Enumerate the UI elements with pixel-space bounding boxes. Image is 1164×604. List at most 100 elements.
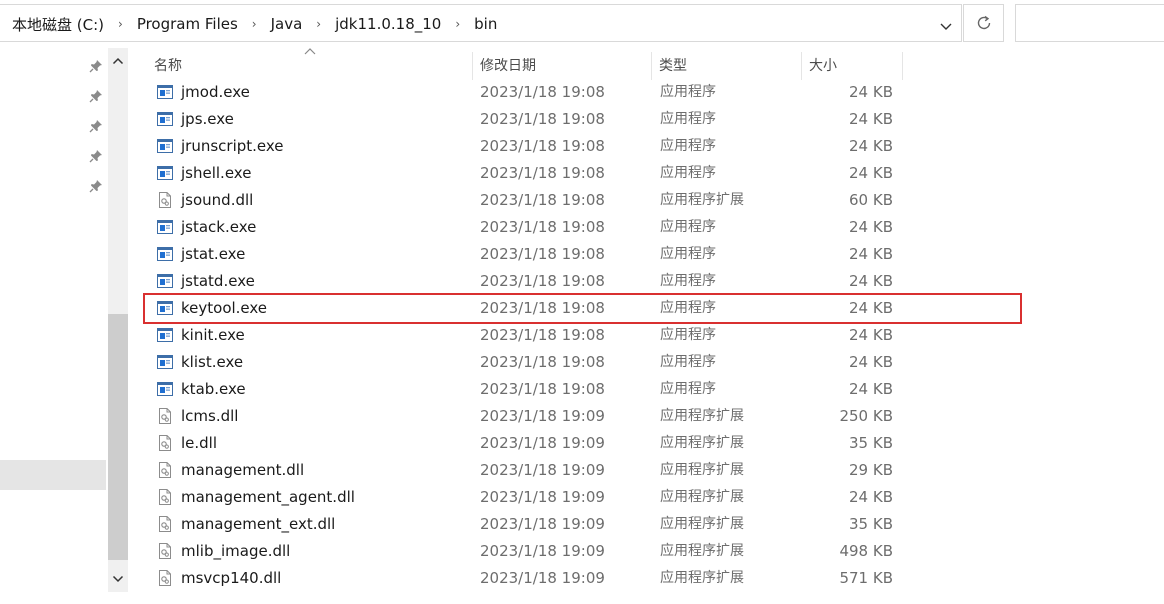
column-header-size[interactable]: 大小 (802, 52, 902, 80)
file-row[interactable]: keytool.exe 2023/1/18 19:08 应用程序 24 KB (128, 295, 1164, 322)
file-row[interactable]: le.dll 2023/1/18 19:09 应用程序扩展 35 KB (128, 430, 1164, 457)
file-name: jstatd.exe (181, 272, 255, 290)
file-size: 24 KB (849, 137, 893, 155)
file-row[interactable]: kinit.exe 2023/1/18 19:08 应用程序 24 KB (128, 322, 1164, 349)
file-size: 29 KB (849, 461, 893, 479)
breadcrumb-separator-icon[interactable]: › (118, 17, 123, 31)
file-size: 250 KB (839, 407, 893, 425)
file-modified-date: 2023/1/18 19:09 (480, 542, 605, 560)
file-row[interactable]: jmod.exe 2023/1/18 19:08 应用程序 24 KB (128, 79, 1164, 106)
file-row[interactable]: ktab.exe 2023/1/18 19:08 应用程序 24 KB (128, 376, 1164, 403)
exe-icon (156, 218, 174, 236)
file-row[interactable]: management_agent.dll 2023/1/18 19:09 应用程序扩… (128, 484, 1164, 511)
column-header-modified[interactable]: 修改日期 (473, 52, 651, 80)
file-name: management_agent.dll (181, 488, 355, 506)
file-size: 24 KB (849, 353, 893, 371)
file-name: msvcp140.dll (181, 569, 282, 587)
file-row[interactable]: jstatd.exe 2023/1/18 19:08 应用程序 24 KB (128, 268, 1164, 295)
file-name: jrunscript.exe (181, 137, 284, 155)
file-row[interactable]: management.dll 2023/1/18 19:09 应用程序扩展 29 KB (128, 457, 1164, 484)
column-header-name[interactable]: 名称 (147, 52, 472, 80)
breadcrumb-separator-icon[interactable]: › (316, 17, 321, 31)
file-row[interactable]: msvcp140.dll 2023/1/18 19:09 应用程序扩展 571 KB (128, 565, 1164, 592)
dll-icon (156, 461, 174, 479)
refresh-button[interactable] (963, 4, 1004, 42)
breadcrumb-separator-icon[interactable]: › (252, 17, 257, 31)
file-type: 应用程序 (660, 219, 716, 235)
file-type: 应用程序 (660, 300, 716, 316)
file-size: 24 KB (849, 110, 893, 128)
exe-icon (156, 299, 174, 317)
file-modified-date: 2023/1/18 19:08 (480, 245, 605, 263)
file-size: 60 KB (849, 191, 893, 209)
file-name: ktab.exe (181, 380, 246, 398)
pin-icon[interactable] (88, 118, 104, 134)
pin-icon[interactable] (88, 148, 104, 164)
file-size: 35 KB (849, 434, 893, 452)
file-row[interactable]: jshell.exe 2023/1/18 19:08 应用程序 24 KB (128, 160, 1164, 187)
address-history-button[interactable] (932, 9, 960, 45)
exe-icon (156, 272, 174, 290)
file-row[interactable]: jrunscript.exe 2023/1/18 19:08 应用程序 24 KB (128, 133, 1164, 160)
column-divider[interactable] (902, 52, 903, 80)
file-type: 应用程序扩展 (660, 462, 744, 478)
file-type: 应用程序 (660, 138, 716, 154)
file-size: 498 KB (839, 542, 893, 560)
file-type: 应用程序扩展 (660, 489, 744, 505)
file-type: 应用程序扩展 (660, 570, 744, 586)
breadcrumb-item[interactable]: Program Files (135, 15, 240, 33)
file-size: 24 KB (849, 218, 893, 236)
file-row[interactable]: mlib_image.dll 2023/1/18 19:09 应用程序扩展 498 K… (128, 538, 1164, 565)
pin-icon[interactable] (88, 58, 104, 74)
breadcrumb-item[interactable]: bin (472, 15, 499, 33)
dll-icon (156, 407, 174, 425)
nav-selected-item[interactable] (0, 460, 106, 490)
file-row[interactable]: jps.exe 2023/1/18 19:08 应用程序 24 KB (128, 106, 1164, 133)
scroll-down-button[interactable] (108, 568, 128, 590)
file-modified-date: 2023/1/18 19:08 (480, 299, 605, 317)
scroll-up-button[interactable] (108, 50, 128, 72)
file-size: 24 KB (849, 299, 893, 317)
breadcrumb-item[interactable]: Java (269, 15, 305, 33)
file-size: 24 KB (849, 272, 893, 290)
exe-icon (156, 110, 174, 128)
file-size: 24 KB (849, 488, 893, 506)
file-modified-date: 2023/1/18 19:09 (480, 407, 605, 425)
breadcrumb-item[interactable]: 本地磁盘 (C:) (10, 14, 106, 35)
dll-icon (156, 515, 174, 533)
file-name: jps.exe (181, 110, 234, 128)
file-row[interactable]: jsound.dll 2023/1/18 19:08 应用程序扩展 60 KB (128, 187, 1164, 214)
file-type: 应用程序扩展 (660, 543, 744, 559)
pin-icon[interactable] (88, 178, 104, 194)
column-header-type[interactable]: 类型 (652, 52, 801, 80)
file-row[interactable]: management_ext.dll 2023/1/18 19:09 应用程序扩展 3… (128, 511, 1164, 538)
address-bar[interactable]: 本地磁盘 (C:) › Program Files › Java › jdk11.0.18_… (0, 4, 962, 42)
file-type: 应用程序扩展 (660, 516, 744, 532)
dll-icon (156, 488, 174, 506)
file-modified-date: 2023/1/18 19:08 (480, 137, 605, 155)
search-input[interactable] (1015, 4, 1164, 42)
dll-icon (156, 191, 174, 209)
file-row[interactable]: klist.exe 2023/1/18 19:08 应用程序 24 KB (128, 349, 1164, 376)
file-size: 571 KB (839, 569, 893, 587)
file-type: 应用程序 (660, 84, 716, 100)
breadcrumb-separator-icon[interactable]: › (455, 17, 460, 31)
file-size: 35 KB (849, 515, 893, 533)
breadcrumb-item[interactable]: jdk11.0.18_10 (333, 15, 443, 33)
file-modified-date: 2023/1/18 19:08 (480, 353, 605, 371)
file-row[interactable]: jstat.exe 2023/1/18 19:08 应用程序 24 KB (128, 241, 1164, 268)
exe-icon (156, 326, 174, 344)
file-modified-date: 2023/1/18 19:09 (480, 569, 605, 587)
file-row[interactable]: lcms.dll 2023/1/18 19:09 应用程序扩展 250 KB (128, 403, 1164, 430)
exe-icon (156, 353, 174, 371)
file-type: 应用程序 (660, 327, 716, 343)
nav-scrollbar-thumb[interactable] (108, 314, 128, 560)
pin-icon[interactable] (88, 88, 104, 104)
file-name: mlib_image.dll (181, 542, 291, 560)
file-row[interactable]: jstack.exe 2023/1/18 19:08 应用程序 24 KB (128, 214, 1164, 241)
chevron-down-icon (940, 23, 952, 30)
dll-icon (156, 569, 174, 587)
file-size: 24 KB (849, 380, 893, 398)
exe-icon (156, 137, 174, 155)
file-name: jstack.exe (181, 218, 257, 236)
